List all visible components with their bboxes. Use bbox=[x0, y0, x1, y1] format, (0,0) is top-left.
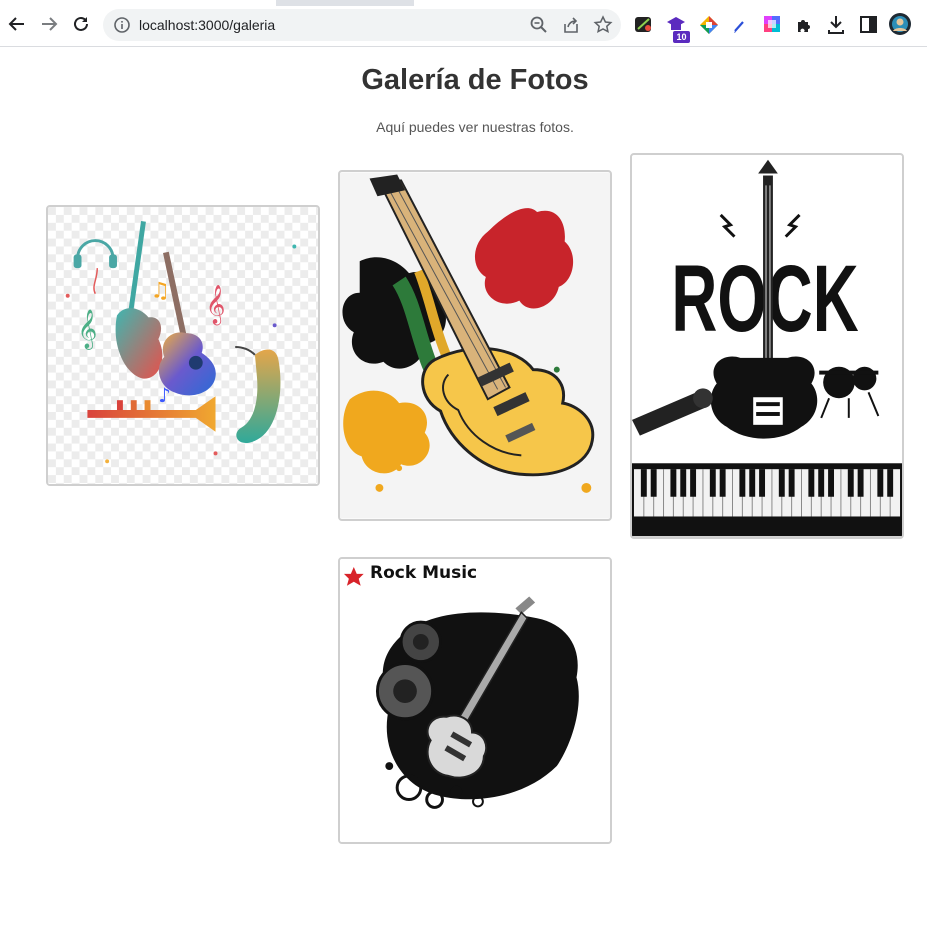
svg-text:𝄞: 𝄞 bbox=[78, 309, 98, 350]
extension-badge-count: 10 bbox=[673, 31, 690, 43]
arrow-right-icon bbox=[42, 17, 58, 31]
gradient-icon[interactable] bbox=[762, 14, 784, 36]
instruments-image: 𝄞 𝄞 ♫ ♪ bbox=[48, 207, 318, 484]
puzzle-game-icon[interactable] bbox=[633, 14, 655, 36]
page-subtitle: Aquí puedes ver nuestras fotos. bbox=[376, 119, 574, 135]
svg-text:♪: ♪ bbox=[158, 384, 171, 407]
pen-icon[interactable] bbox=[730, 14, 752, 36]
piano-keys bbox=[633, 469, 901, 517]
rock-music-image bbox=[340, 559, 610, 842]
reload-button[interactable] bbox=[67, 10, 95, 38]
color-picker-icon[interactable] bbox=[698, 14, 720, 36]
url-text[interactable]: localhost:3000/galeria bbox=[139, 17, 275, 33]
gallery-photo-splash-guitar[interactable] bbox=[338, 170, 612, 521]
svg-text:𝄞: 𝄞 bbox=[206, 284, 226, 325]
back-button[interactable] bbox=[3, 10, 31, 38]
profile-avatar-icon[interactable] bbox=[888, 12, 912, 36]
gallery-photo-rock-poster[interactable]: ROCK bbox=[630, 153, 904, 539]
info-icon[interactable] bbox=[113, 16, 131, 34]
share-icon[interactable] bbox=[561, 15, 581, 35]
page-title: Galería de Fotos bbox=[361, 64, 589, 96]
extensions-puzzle-icon[interactable] bbox=[794, 14, 816, 36]
browser-toolbar: localhost:3000/galeria 10 bbox=[0, 6, 927, 47]
rock-poster-image: ROCK bbox=[632, 155, 902, 537]
download-icon[interactable] bbox=[826, 14, 848, 36]
forward-button[interactable] bbox=[35, 10, 63, 38]
address-bar[interactable]: localhost:3000/galeria bbox=[103, 9, 621, 41]
svg-text:♫: ♫ bbox=[150, 279, 169, 304]
gallery-photo-instruments[interactable]: 𝄞 𝄞 ♫ ♪ bbox=[46, 205, 320, 486]
bookmark-star-icon[interactable] bbox=[593, 15, 613, 35]
gallery-photo-rock-music[interactable]: Rock Music bbox=[338, 557, 612, 844]
splash-guitar-image bbox=[340, 172, 610, 519]
arrow-left-icon bbox=[8, 17, 24, 31]
photo-caption: Rock Music bbox=[370, 563, 478, 583]
zoom-icon[interactable] bbox=[529, 15, 549, 35]
reload-icon bbox=[74, 16, 88, 31]
sidebar-icon[interactable] bbox=[858, 14, 880, 36]
